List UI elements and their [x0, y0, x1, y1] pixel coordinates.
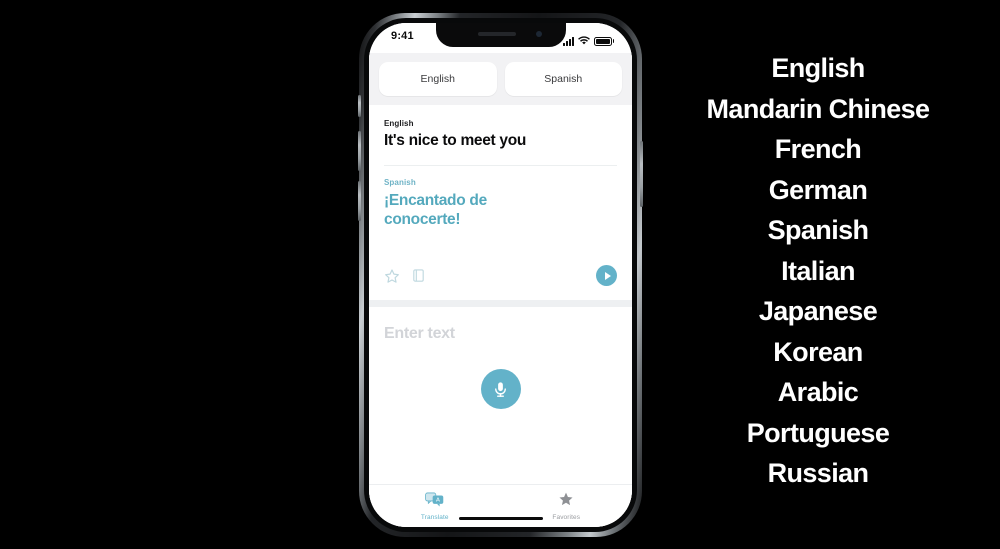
enter-text-placeholder: Enter text	[384, 325, 455, 342]
card-divider	[384, 164, 617, 166]
display-notch	[435, 23, 566, 47]
phone-screen: English Spanish English It's nice to mee…	[369, 23, 632, 527]
translation-card[interactable]: English It's nice to meet you Spanish ¡E…	[369, 105, 632, 300]
play-triangle	[604, 271, 611, 280]
translate-app: English Spanish English It's nice to mee…	[369, 23, 632, 527]
book-outline-icon[interactable]	[411, 268, 427, 284]
tab-translate-label: Translate	[420, 513, 449, 521]
play-circle-icon[interactable]	[596, 265, 617, 286]
language-item: Italian	[781, 255, 855, 286]
volume-up-button[interactable]	[358, 131, 361, 171]
language-item: Russian	[767, 458, 869, 488]
target-language-button[interactable]: Spanish	[504, 62, 622, 96]
source-text: It's nice to meet you	[384, 132, 527, 149]
volume-down-button[interactable]	[358, 181, 361, 221]
star-filled-icon	[558, 491, 574, 512]
language-selector-bar: English Spanish	[369, 53, 632, 105]
target-language-label: Spanish	[384, 177, 416, 187]
supported-languages-list: English Mandarin Chinese French German S…	[660, 48, 976, 494]
language-item: Japanese	[758, 296, 878, 326]
status-bar-time: 9:41	[391, 30, 414, 42]
language-item: Korean	[773, 336, 863, 367]
language-item: Mandarin Chinese	[706, 93, 931, 124]
language-item: Portuguese	[746, 417, 890, 448]
silent-switch-button[interactable]	[358, 95, 361, 117]
language-item: German	[768, 174, 868, 205]
section-separator	[369, 300, 632, 307]
language-item: French	[774, 134, 862, 164]
status-bar-indicators	[562, 32, 614, 50]
presentation-slide: English Spanish English It's nice to mee…	[0, 0, 1000, 549]
language-item: English	[771, 53, 865, 83]
front-camera-icon	[535, 31, 542, 37]
language-item: Spanish	[767, 215, 869, 245]
microphone-icon[interactable]	[480, 369, 521, 409]
home-indicator[interactable]	[458, 516, 543, 520]
iphone-device-mockup: English Spanish English It's nice to mee…	[358, 13, 643, 537]
earpiece-speaker	[477, 32, 516, 36]
svg-text:A: A	[436, 497, 440, 503]
card-action-left-group	[384, 268, 427, 284]
power-button[interactable]	[640, 141, 643, 207]
language-item: Arabic	[777, 377, 859, 407]
source-language-button[interactable]: English	[379, 62, 497, 96]
source-language-label: English	[384, 119, 414, 128]
battery-icon	[593, 36, 614, 46]
star-outline-icon[interactable]	[384, 268, 400, 284]
wifi-icon	[577, 32, 590, 50]
bottom-tab-bar: A Translate Favorites	[369, 484, 632, 527]
card-action-row	[384, 265, 617, 286]
tab-favorites-label: Favorites	[552, 514, 581, 521]
translated-text: ¡Encantado de conocerte!	[384, 191, 487, 228]
text-input-area[interactable]: Enter text	[369, 307, 632, 484]
speech-bubbles-icon: A	[425, 492, 444, 512]
cellular-signal-icon	[562, 36, 574, 46]
